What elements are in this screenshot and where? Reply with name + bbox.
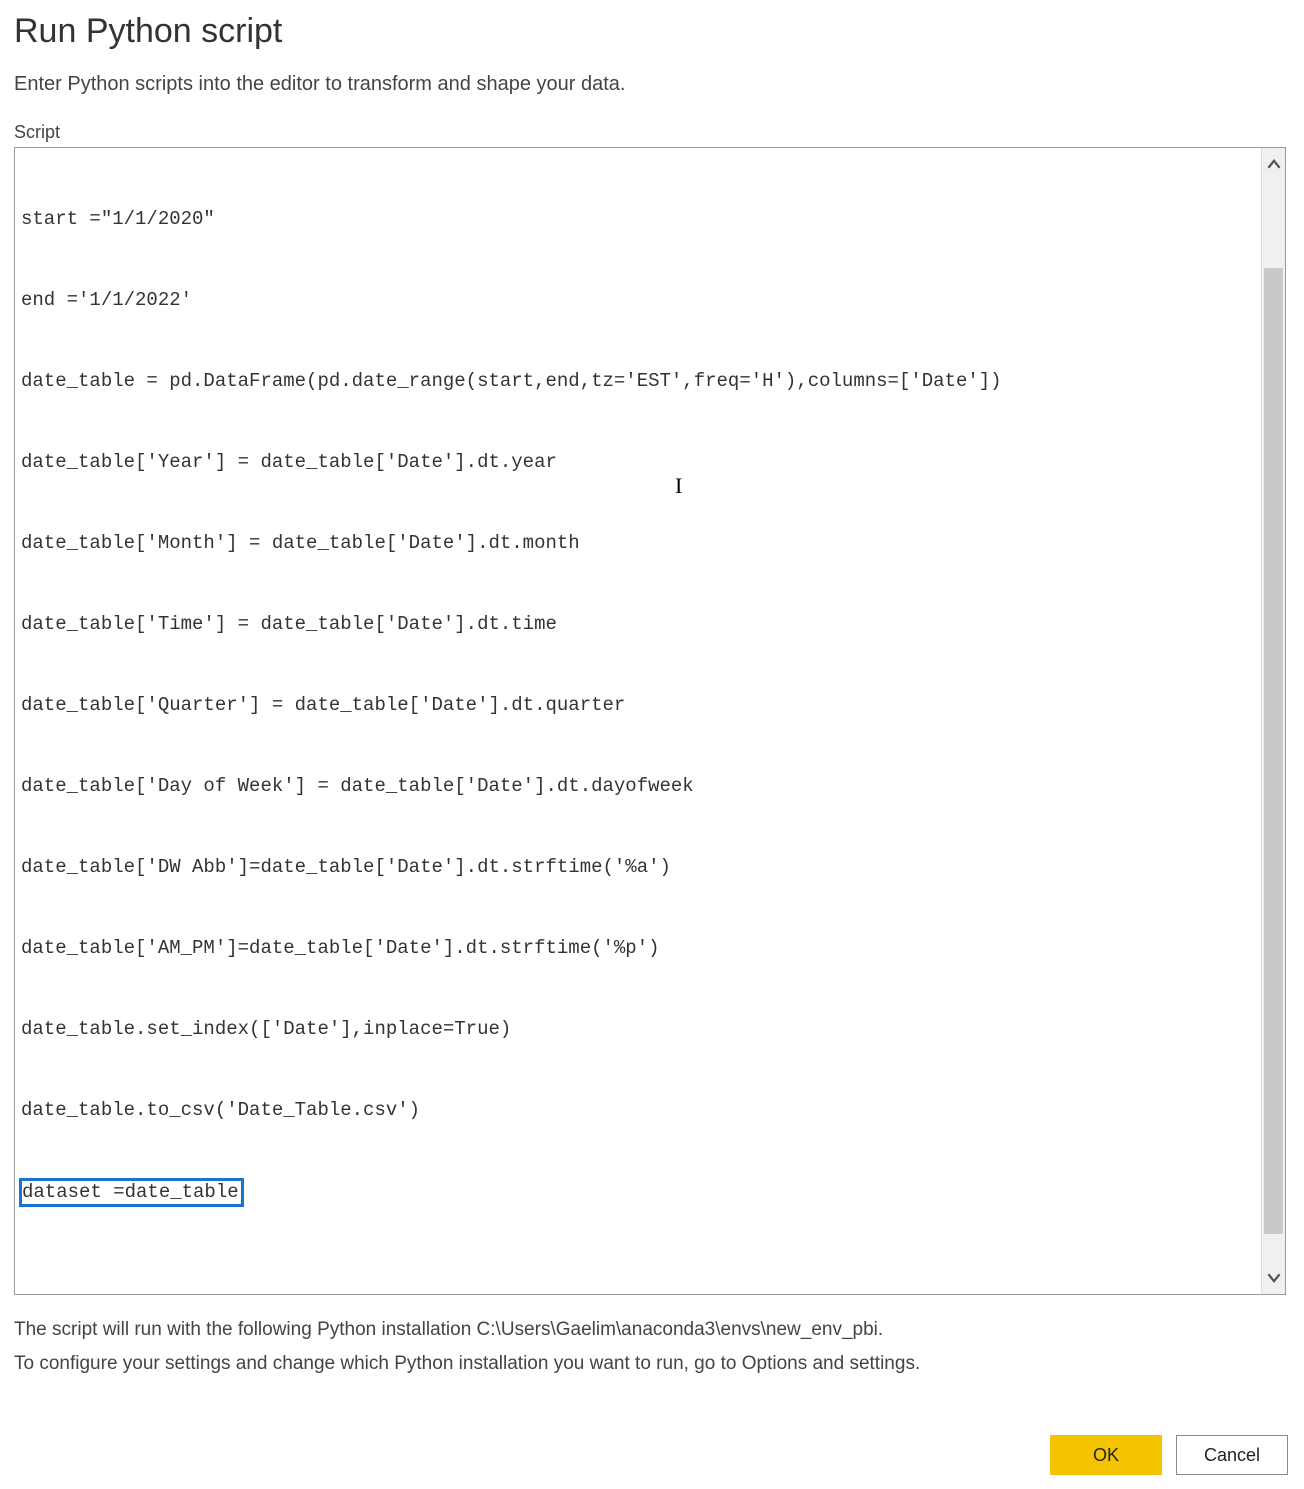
script-textarea[interactable]: start ="1/1/2020" end ='1/1/2022' date_t… — [15, 148, 1261, 1294]
installation-note: The script will run with the following P… — [14, 1313, 1290, 1381]
dialog-description: Enter Python scripts into the editor to … — [14, 73, 1290, 96]
scrollbar[interactable] — [1261, 148, 1285, 1294]
code-line: date_table.set_index(['Date'],inplace=Tr… — [21, 1016, 1255, 1043]
code-line: date_table['Quarter'] = date_table['Date… — [21, 692, 1255, 719]
code-line: date_table = pd.DataFrame(pd.date_range(… — [21, 368, 1255, 395]
code-line: date_table['AM_PM']=date_table['Date'].d… — [21, 935, 1255, 962]
scroll-up-icon[interactable] — [1262, 148, 1285, 182]
run-python-script-dialog: Run Python script Enter Python scripts i… — [0, 0, 1304, 1489]
code-line: date_table['Year'] = date_table['Date'].… — [21, 449, 1255, 476]
code-line-highlighted: dataset =date_table — [21, 1178, 1255, 1207]
code-line: date_table['Month'] = date_table['Date']… — [21, 530, 1255, 557]
cancel-button[interactable]: Cancel — [1176, 1435, 1288, 1475]
code-line: end ='1/1/2022' — [21, 287, 1255, 314]
dialog-title: Run Python script — [14, 12, 1290, 51]
settings-hint-text: To configure your settings and change wh… — [14, 1347, 1290, 1381]
scroll-thumb[interactable] — [1264, 268, 1283, 1234]
script-label: Script — [14, 122, 1290, 143]
ok-button[interactable]: OK — [1050, 1435, 1162, 1475]
code-line: start ="1/1/2020" — [21, 206, 1255, 233]
code-line: date_table['DW Abb']=date_table['Date'].… — [21, 854, 1255, 881]
code-line: date_table['Day of Week'] = date_table['… — [21, 773, 1255, 800]
text-cursor-icon: I — [675, 472, 682, 499]
dialog-buttons: OK Cancel — [14, 1435, 1290, 1475]
script-editor[interactable]: start ="1/1/2020" end ='1/1/2022' date_t… — [14, 147, 1286, 1295]
code-line: date_table.to_csv('Date_Table.csv') — [21, 1097, 1255, 1124]
scroll-down-icon[interactable] — [1262, 1260, 1285, 1294]
code-line: date_table['Time'] = date_table['Date'].… — [21, 611, 1255, 638]
installation-path-text: The script will run with the following P… — [14, 1313, 1290, 1347]
